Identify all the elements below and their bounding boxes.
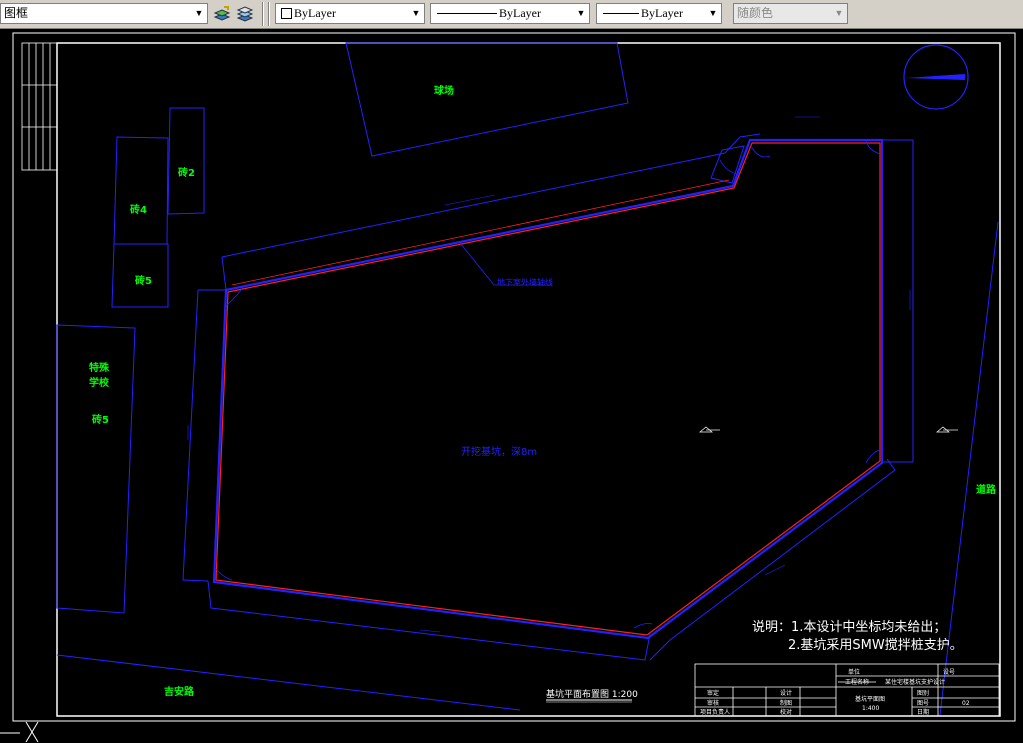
title-block-unit: 单位 [848, 668, 860, 676]
road-edge-bottom [56, 654, 521, 711]
sports-field-outline [345, 42, 629, 157]
title-block-designer: 设计 [780, 689, 792, 697]
pit-label: 开挖基坑，深8m [461, 445, 537, 458]
drawing-title: 基坑平面布置图 1:200 [546, 688, 638, 700]
binding-margin-grid [21, 42, 58, 171]
title-block-project-value: 某住宅楼基坑支护设计 [885, 678, 945, 686]
chevron-down-icon[interactable]: ▼ [573, 4, 589, 23]
inner-frame [56, 42, 1001, 717]
chevron-down-icon[interactable]: ▼ [705, 4, 721, 23]
title-block-project-name: 工程名称 [845, 678, 869, 686]
brick2-label: 砖2 [178, 166, 195, 179]
note-line-2: 2.基坑采用SMW搅拌桩支护。 [788, 637, 963, 653]
toolbar-separator [262, 2, 264, 26]
title-block-sheet-title: 基坑平面图 [855, 695, 885, 703]
properties-toolbar: 图框 ▼ ByLayer ▼ ByLayer ▼ ByLayer ▼ 随颜色 ▼ [0, 0, 1023, 29]
toolbar-separator [268, 2, 270, 26]
chevron-down-icon[interactable]: ▼ [191, 4, 207, 23]
sports-field-label: 球场 [434, 84, 454, 97]
dimension-marks [187, 116, 911, 633]
excavation-pit-outline [212, 138, 884, 640]
title-block-project-lead: 项目负责人 [700, 708, 730, 716]
underground-wall-label: 地下室外墙轴线 [497, 277, 553, 287]
layer-combo-value: 图框 [4, 6, 29, 20]
note-line-1: 说明：1.本设计中坐标均未给出； [752, 620, 946, 635]
linetype-combo[interactable]: ByLayer ▼ [430, 3, 590, 24]
color-combo[interactable]: ByLayer ▼ [275, 3, 425, 24]
chevron-down-icon[interactable]: ▼ [408, 4, 424, 23]
plotstyle-combo: 随颜色 ▼ [733, 3, 848, 24]
surrounding-buildings [56, 42, 999, 716]
layer-previous-icon[interactable] [213, 5, 231, 23]
title-block-drafter: 制图 [780, 699, 792, 707]
layer-state-icon[interactable] [236, 5, 254, 23]
layer-combo[interactable]: 图框 ▼ [0, 3, 208, 24]
title-block-proofreader: 校对 [780, 708, 792, 716]
chevron-down-icon: ▼ [831, 4, 847, 23]
brick4-building [113, 136, 169, 245]
special-school-label-1: 特殊 [89, 361, 110, 374]
title-block-drawing-no-label: 图号 [917, 700, 929, 707]
title-block-checker: 审核 [707, 699, 719, 707]
line-sample-icon [603, 13, 639, 14]
brick2-building [167, 107, 205, 215]
drawing-canvas[interactable]: 球场 砖2 砖4 砖5 特殊 学校 砖5 道路 吉安路 开挖基坑，深8m 地下室… [0, 28, 1023, 743]
corner-braces [214, 139, 881, 629]
north-arrow [903, 44, 969, 110]
color-swatch-icon [281, 8, 292, 19]
title-block-design-no: 设号 [943, 668, 955, 676]
plotstyle-combo-value: 随颜色 [737, 6, 774, 20]
title-block-sheet-no: 02 [962, 700, 970, 707]
line-sample-icon [437, 13, 497, 14]
ucs-icon [0, 721, 39, 743]
special-school-label-2: 学校 [89, 376, 110, 389]
road-right-label: 道路 [976, 483, 997, 496]
title-block-date-label: 日期 [917, 708, 929, 716]
brick5-b-label: 砖5 [92, 413, 109, 426]
site-boundary [182, 133, 914, 661]
title-block-drawing-label: 图别 [917, 689, 929, 697]
title-block-scale: 1:400 [862, 705, 879, 712]
road-bottom-label: 吉安路 [164, 685, 195, 698]
brick5-a-label: 砖5 [135, 274, 152, 287]
elevation-markers [699, 426, 958, 433]
lineweight-combo[interactable]: ByLayer ▼ [596, 3, 722, 24]
title-block-reviewer: 审定 [707, 689, 719, 697]
brick4-label: 砖4 [130, 203, 147, 216]
